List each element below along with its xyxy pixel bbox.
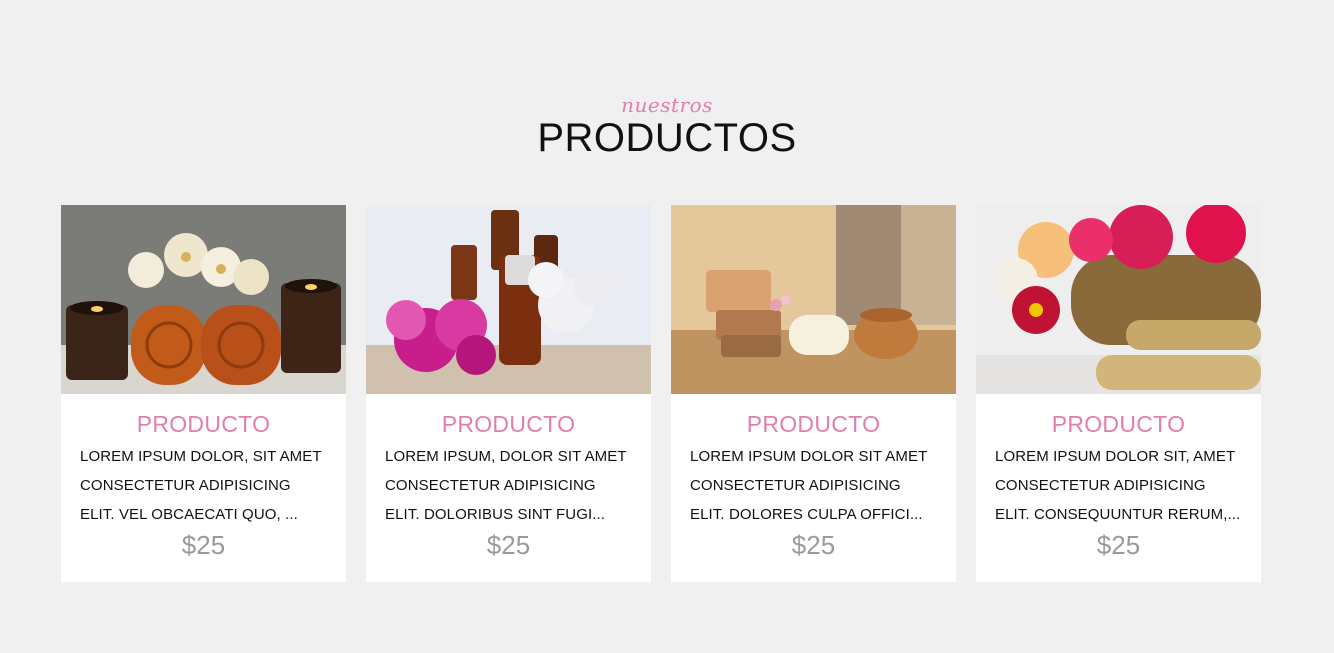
product-description-line: CONSECTETUR ADIPISICING xyxy=(995,477,1206,494)
product-description-line: LOREM IPSUM DOLOR, SIT AMET xyxy=(80,448,322,465)
product-image[interactable] xyxy=(976,205,1261,394)
product-description-line: CONSECTETUR ADIPISICING xyxy=(80,477,291,494)
product-name[interactable]: PRODUCTO xyxy=(671,410,956,438)
product-description-line: LOREM IPSUM DOLOR SIT, AMET xyxy=(995,448,1236,465)
product-description-line: ELIT. CONSEQUUNTUR RERUM,... xyxy=(995,506,1241,523)
product-price: $25 xyxy=(1096,530,1141,560)
product-name[interactable]: PRODUCTO xyxy=(61,410,346,438)
product-image[interactable] xyxy=(366,205,651,394)
product-grid: PRODUCTO LOREM IPSUM DOLOR, SIT AMET CON… xyxy=(61,205,1261,582)
product-image[interactable] xyxy=(671,205,956,394)
section-kicker: nuestros xyxy=(621,93,713,117)
product-description-line: ELIT. VEL OBCAECATI QUO, ... xyxy=(80,506,298,523)
product-description-line: LOREM IPSUM DOLOR SIT AMET xyxy=(690,448,928,465)
product-description-line: ELIT. DOLORES CULPA OFFICI... xyxy=(690,506,923,523)
product-description-line: CONSECTETUR ADIPISICING xyxy=(690,477,901,494)
section-title: PRODUCTOS xyxy=(537,116,797,160)
product-image[interactable] xyxy=(61,205,346,394)
product-card[interactable]: PRODUCTO LOREM IPSUM DOLOR SIT AMET CONS… xyxy=(671,205,956,582)
product-description-line: CONSECTETUR ADIPISICING xyxy=(385,477,596,494)
product-card[interactable]: PRODUCTO LOREM IPSUM, DOLOR SIT AMET CON… xyxy=(366,205,651,582)
product-description-line: ELIT. DOLORIBUS SINT FUGI... xyxy=(385,506,606,523)
product-description: LOREM IPSUM DOLOR SIT, AMET CONSECTETUR … xyxy=(976,438,1261,529)
product-name[interactable]: PRODUCTO xyxy=(976,410,1261,438)
product-name[interactable]: PRODUCTO xyxy=(366,410,651,438)
product-price: $25 xyxy=(486,530,531,560)
product-card[interactable]: PRODUCTO LOREM IPSUM DOLOR, SIT AMET CON… xyxy=(61,205,346,582)
product-description: LOREM IPSUM DOLOR, SIT AMET CONSECTETUR … xyxy=(61,438,346,529)
product-description: LOREM IPSUM, DOLOR SIT AMET CONSECTETUR … xyxy=(366,438,651,529)
product-description-line: LOREM IPSUM, DOLOR SIT AMET xyxy=(385,448,627,465)
product-description: LOREM IPSUM DOLOR SIT AMET CONSECTETUR A… xyxy=(671,438,956,529)
product-price: $25 xyxy=(791,530,836,560)
product-price: $25 xyxy=(181,530,226,560)
product-card[interactable]: PRODUCTO LOREM IPSUM DOLOR SIT, AMET CON… xyxy=(976,205,1261,582)
